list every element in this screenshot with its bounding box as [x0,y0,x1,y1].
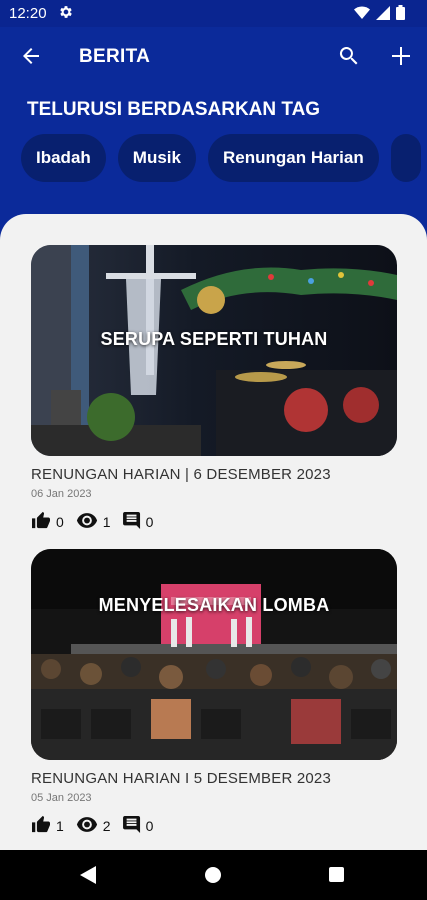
view-stat: 2 [76,816,111,835]
status-bar: 12:20 [0,0,427,27]
tag-chip-musik[interactable]: Musik [117,134,196,182]
comment-count: 0 [145,817,154,834]
signal-icon [376,5,390,25]
plus-icon[interactable] [389,44,413,68]
like-stat[interactable]: 1 [31,815,64,836]
news-card-title: RENUNGAN HARIAN I 5 DESEMBER 2023 [31,770,332,787]
app-bar: BERITA [0,27,427,87]
tag-chip-list: Ibadah Musik Renungan Harian [21,134,421,182]
wifi-icon [354,6,370,25]
news-card-date: 06 Jan 2023 [31,488,92,500]
news-card-image-caption: SERUPA SEPERTI TUHAN [100,329,328,349]
nav-back-icon[interactable] [80,866,96,889]
like-count: 1 [56,817,64,834]
news-card-stats: 0 1 0 [31,511,397,532]
page-title: BERITA [79,46,151,67]
view-count: 1 [102,513,111,530]
news-card-image-caption: MENYELESAIKAN LOMBA [98,595,330,615]
like-stat[interactable]: 0 [31,511,64,532]
news-card-image: SERUPA SEPERTI TUHAN [31,245,397,456]
comment-icon [122,815,146,836]
news-card-date: 05 Jan 2023 [31,792,92,804]
news-card-title: RENUNGAN HARIAN | 6 DESEMBER 2023 [31,466,331,483]
status-time: 12:20 [9,5,47,22]
thumb-up-icon [31,815,56,836]
tag-chip-more[interactable] [390,134,421,182]
news-card[interactable]: SERUPA SEPERTI TUHAN RENUNGAN HARIAN | 6… [31,245,397,532]
tag-chip-renungan-harian[interactable]: Renungan Harian [207,134,379,182]
view-stat: 1 [76,512,111,531]
gear-icon [58,4,76,22]
view-count: 2 [102,817,111,834]
thumb-up-icon [31,511,56,532]
news-card[interactable]: MENYELESAIKAN LOMBA RENUNGAN HARIAN I 5 … [31,549,397,836]
tag-chip-ibadah[interactable]: Ibadah [21,134,106,182]
tag-section-heading: TELURUSI BERDASARKAN TAG [27,99,321,120]
like-count: 0 [56,513,64,530]
system-nav-bar [0,850,427,900]
news-list-panel: SERUPA SEPERTI TUHAN RENUNGAN HARIAN | 6… [0,214,427,850]
nav-recents-icon[interactable] [329,867,344,882]
news-card-stats: 1 2 0 [31,815,397,836]
arrow-left-icon[interactable] [19,44,43,68]
system-icons [354,5,405,25]
comment-stat[interactable]: 0 [122,511,154,532]
eye-icon [76,512,103,531]
battery-icon [396,5,405,25]
comment-stat[interactable]: 0 [122,815,154,836]
comment-icon [122,511,146,532]
news-card-image: MENYELESAIKAN LOMBA [31,549,397,760]
search-icon[interactable] [337,44,361,68]
eye-icon [76,816,103,835]
nav-home-icon[interactable] [205,867,221,883]
comment-count: 0 [145,513,154,530]
